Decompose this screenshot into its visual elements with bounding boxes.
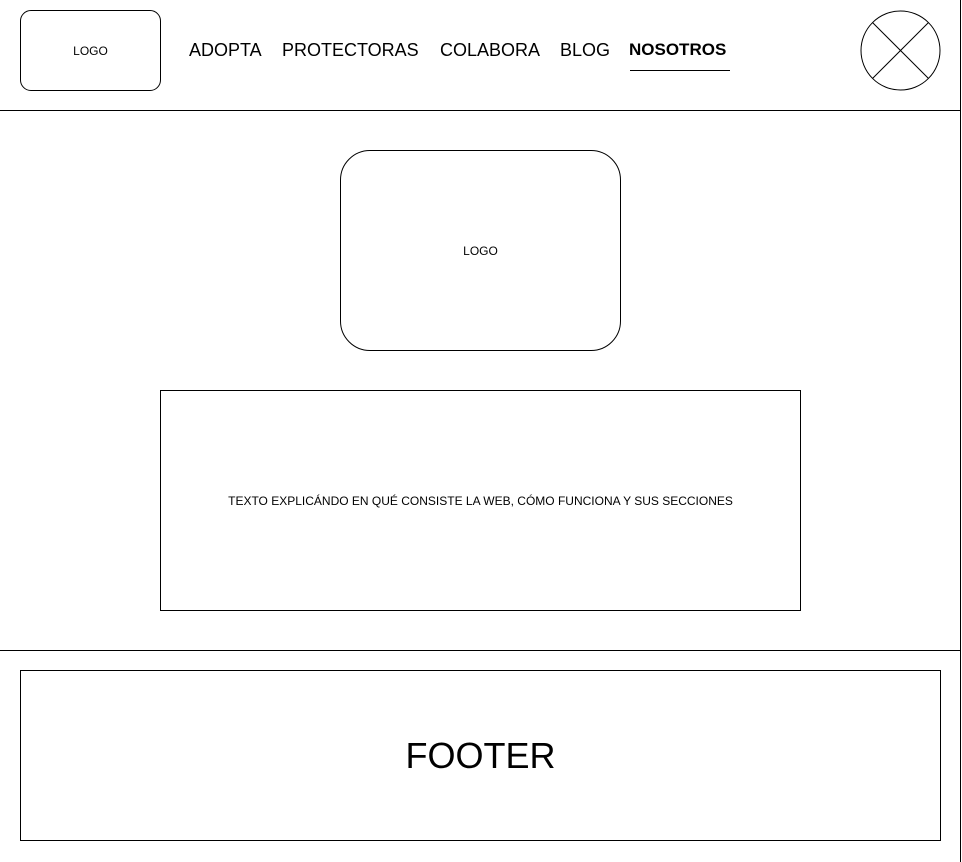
- site-footer: FOOTER: [20, 670, 941, 841]
- description-text: TEXTO EXPLICÁNDO EN QUÉ CONSISTE LA WEB,…: [228, 493, 733, 508]
- nav-item-protectoras[interactable]: PROTECTORAS: [282, 39, 419, 61]
- header-divider: [0, 110, 961, 111]
- header-logo[interactable]: LOGO: [20, 10, 161, 91]
- nav-item-colabora[interactable]: COLABORA: [440, 39, 540, 61]
- nav-item-nosotros[interactable]: NOSOTROS: [629, 39, 726, 61]
- footer-label: FOOTER: [405, 734, 556, 776]
- page-frame-right-edge: [960, 0, 961, 862]
- nav-item-adopta[interactable]: ADOPTA: [189, 39, 262, 61]
- nav-item-blog[interactable]: BLOG: [560, 39, 610, 61]
- description-box: TEXTO EXPLICÁNDO EN QUÉ CONSISTE LA WEB,…: [160, 390, 801, 611]
- footer-divider: [0, 650, 961, 651]
- main-logo-label: LOGO: [463, 243, 498, 258]
- close-circle-icon[interactable]: [860, 10, 941, 91]
- active-nav-underline: [630, 70, 730, 71]
- main-logo: LOGO: [340, 150, 621, 351]
- header-logo-label: LOGO: [73, 43, 108, 58]
